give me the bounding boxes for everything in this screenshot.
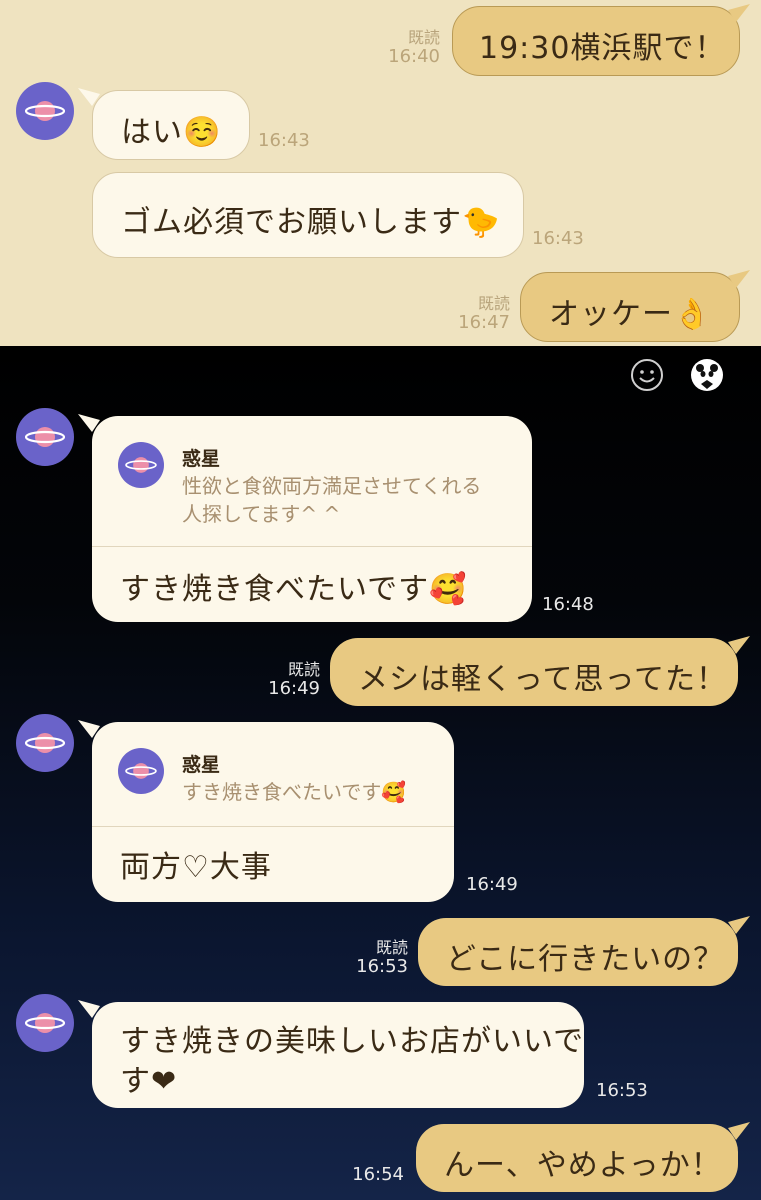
message-time: 16:53 — [596, 1080, 648, 1101]
message-text: メシは軽くって思ってた！ — [358, 662, 727, 697]
avatar[interactable] — [16, 714, 74, 772]
bubble-tail — [728, 270, 750, 288]
avatar[interactable] — [16, 82, 74, 140]
planet-icon — [125, 457, 157, 473]
message-time: 16:49 — [268, 678, 320, 699]
bubble-tail — [728, 1122, 750, 1140]
outgoing-message-bubble[interactable]: メシは軽くって思ってた！ — [330, 638, 738, 706]
planet-icon — [25, 1013, 65, 1033]
read-receipt: 既読 — [477, 294, 510, 313]
message-time: 16:49 — [466, 874, 518, 895]
message-text: んー、やめよっか！ — [444, 1148, 722, 1183]
outgoing-message-bubble[interactable]: 19:30横浜駅で！ — [452, 6, 740, 76]
read-receipt: 既読 — [375, 938, 408, 957]
message-text: 両方♡大事 — [120, 850, 272, 885]
bubble-tail — [728, 4, 750, 22]
message-text: オッケー👌 — [549, 297, 712, 332]
reply-avatar — [118, 748, 164, 794]
panda-profile-icon[interactable] — [690, 358, 724, 392]
reply-divider — [92, 546, 532, 547]
outgoing-message-bubble[interactable]: オッケー👌 — [520, 272, 740, 342]
outgoing-message-bubble[interactable]: んー、やめよっか！ — [416, 1124, 738, 1192]
message-text: すき焼きの美味しいお店がいいで — [120, 1024, 585, 1059]
message-text: 19:30横浜駅で！ — [479, 31, 726, 66]
reply-quote-line: すき焼き食べたいです🥰 — [182, 780, 407, 804]
reply-divider — [92, 826, 454, 827]
planet-icon — [25, 101, 65, 121]
planet-icon — [125, 763, 157, 779]
bubble-tail — [728, 916, 750, 934]
incoming-message-bubble[interactable]: ゴム必須でお願いします🐤 — [92, 172, 524, 258]
avatar[interactable] — [16, 994, 74, 1052]
planet-icon — [25, 427, 65, 447]
message-text: す❤ — [120, 1064, 178, 1099]
reply-sender-name: 惑星 — [182, 754, 221, 776]
chat-bottom-section: 惑星 性欲と食欲両方満足させてくれる 人探してます^ ^ すき焼き食べたいです🥰… — [0, 346, 761, 1200]
reply-avatar — [118, 442, 164, 488]
planet-icon — [25, 733, 65, 753]
chat-top-section: 既読 16:40 19:30横浜駅で！ はい☺️ 16:43 ゴム必須でお願いし… — [0, 0, 761, 346]
message-time: 16:47 — [458, 312, 510, 333]
outgoing-message-bubble[interactable]: どこに行きたいの？ — [418, 918, 738, 986]
reply-quote-line: 人探してます^ ^ — [182, 502, 341, 526]
smiley-icon[interactable] — [630, 358, 664, 392]
read-receipt: 既読 — [407, 28, 440, 47]
reply-message-bubble[interactable]: 惑星 すき焼き食べたいです🥰 両方♡大事 — [92, 722, 454, 902]
message-time: 16:54 — [352, 1164, 404, 1185]
message-text: はい☺️ — [121, 115, 222, 150]
message-text: ゴム必須でお願いします🐤 — [121, 205, 501, 240]
message-time: 16:43 — [532, 228, 584, 249]
incoming-message-bubble[interactable]: すき焼きの美味しいお店がいいで す❤ — [92, 1002, 584, 1108]
reply-quote-line: 性欲と食欲両方満足させてくれる — [182, 474, 482, 498]
bubble-tail — [728, 636, 750, 654]
read-receipt: 既読 — [287, 660, 320, 679]
message-text: どこに行きたいの？ — [446, 942, 725, 977]
message-time: 16:48 — [542, 594, 594, 615]
message-time: 16:53 — [356, 956, 408, 977]
message-time: 16:43 — [258, 130, 310, 151]
avatar[interactable] — [16, 408, 74, 466]
incoming-message-bubble[interactable]: はい☺️ — [92, 90, 250, 160]
reply-message-bubble[interactable]: 惑星 性欲と食欲両方満足させてくれる 人探してます^ ^ すき焼き食べたいです🥰 — [92, 416, 532, 622]
message-text: すき焼き食べたいです🥰 — [120, 572, 468, 607]
reply-sender-name: 惑星 — [182, 448, 221, 470]
message-time: 16:40 — [388, 46, 440, 67]
